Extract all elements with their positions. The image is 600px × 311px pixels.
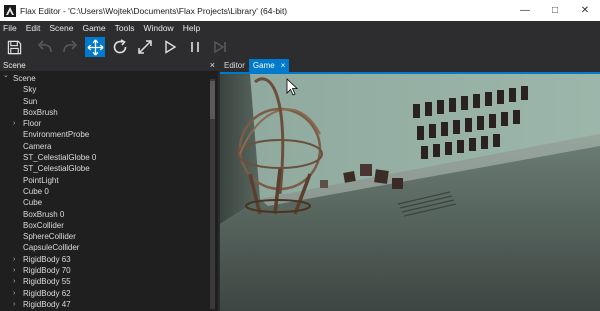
menu-scene[interactable]: Scene [49,23,73,33]
tree-item[interactable]: Cube 0 [0,186,210,197]
tree-item[interactable]: BoxBrush [0,107,210,118]
tree-item[interactable]: SphereCollider [0,231,210,242]
menu-window[interactable]: Window [143,23,173,33]
tree-item-label: Sky [23,85,37,95]
close-icon[interactable]: × [281,61,286,70]
tree-item-label: Sun [23,96,38,106]
tree-item[interactable]: Cube [0,197,210,208]
tree-item[interactable]: ST_CelestialGlobe 0 [0,152,210,163]
tree-item-label: SphereCollider [23,232,76,242]
scene-tree: ⌄ Scene Sky Sun BoxBrush › Floor EnvironmentPro… [0,70,210,310]
tree-item[interactable]: BoxBrush 0 [0,209,210,220]
tree-item[interactable]: Sun [0,96,210,107]
menu-bar: File Edit Scene Game Tools Window Help [0,21,600,35]
rotate-gizmo-button[interactable] [110,37,130,57]
tree-item-label: Camera [23,141,52,151]
tree-item[interactable]: › RigidBody 70 [0,265,210,276]
maximize-icon[interactable]: □ [540,0,570,21]
tree-item[interactable]: ⌄ Scene [0,70,210,84]
tree-item[interactable]: › Floor [0,118,210,129]
menu-file[interactable]: File [3,23,17,33]
save-button[interactable] [4,37,24,57]
tree-item[interactable]: BoxCollider [0,220,210,231]
tree-item-label: BoxBrush [23,107,58,117]
menu-tools[interactable]: Tools [115,23,135,33]
rotate-gizmo-icon [113,39,127,54]
close-icon[interactable]: ✕ [570,0,600,21]
tree-item-label: Cube 0 [23,186,49,196]
step-icon [214,40,226,54]
tree-item[interactable]: PointLight [0,175,210,186]
tab-game-label: Game [252,61,275,70]
tree-item-label: RigidBody 55 [23,277,71,287]
chevron-right-icon[interactable]: › [13,299,15,310]
tree-item[interactable]: EnvironmentProbe [0,129,210,140]
tree-item-label: RigidBody 47 [23,299,71,309]
play-icon [165,40,177,54]
tree-item-label: RigidBody 63 [23,254,71,264]
tree-item[interactable]: › RigidBody 47 [0,299,210,310]
title-bar: Flax Editor - 'C:\Users\Wojtek\Documents… [0,0,600,21]
tab-game[interactable]: Game × [248,59,290,72]
pause-icon [191,42,199,52]
tree-item-label: ST_CelestialGlobe 0 [23,153,97,163]
toolbar [0,35,600,59]
tree-item[interactable]: › RigidBody 55 [0,276,210,287]
tree-item-label: CapsuleCollider [23,243,80,253]
tree-item-label: ST_CelestialGlobe [23,164,90,174]
translate-gizmo-icon [87,39,103,55]
tree-item-label: BoxBrush 0 [23,209,65,219]
scale-gizmo-button[interactable] [135,37,155,57]
close-icon[interactable]: × [210,60,215,70]
chevron-right-icon[interactable]: › [13,288,15,299]
play-button[interactable] [160,37,180,57]
pause-button[interactable] [185,37,205,57]
undo-icon [37,40,52,53]
save-icon [7,40,21,54]
scene-panel: Scene × ⌄ Scene Sky Sun BoxBrush › Floor Enviro… [0,59,218,311]
tree-item[interactable]: CapsuleCollider [0,242,210,253]
chevron-right-icon[interactable]: › [13,254,15,265]
chevron-right-icon[interactable]: › [13,265,15,276]
game-viewport[interactable] [220,74,600,311]
tree-item-label: BoxCollider [23,220,64,230]
chevron-right-icon[interactable]: › [13,276,15,287]
tree-item[interactable]: ST_CelestialGlobe [0,163,210,174]
tree-item-label: PointLight [23,175,59,185]
viewport-tabs: Editor Game × [220,59,600,72]
tree-item-label: RigidBody 70 [23,266,71,276]
scene-scrollbar[interactable] [210,79,215,309]
tree-item[interactable]: Sky [0,84,210,95]
scene-panel-header: Scene × [0,59,218,71]
tab-editor[interactable]: Editor [220,59,249,72]
scrollbar-thumb[interactable] [210,81,215,119]
scene-panel-title: Scene [3,60,26,70]
tree-item-label: RigidBody 62 [23,288,71,298]
tree-item[interactable]: › RigidBody 62 [0,288,210,299]
flax-logo-icon [4,4,16,17]
minimize-icon[interactable]: — [510,0,540,21]
tree-item-label: Floor [23,119,42,129]
redo-icon [63,40,78,53]
menu-game[interactable]: Game [82,23,105,33]
tree-item-label: Cube [23,198,43,208]
redo-button[interactable] [60,37,80,57]
undo-button[interactable] [35,37,55,57]
tree-item[interactable]: › RigidBody 63 [0,254,210,265]
tree-item-label: Scene [13,74,36,83]
tree-item-label: EnvironmentProbe [23,130,90,140]
chevron-down-icon[interactable]: ⌄ [3,70,9,81]
scale-gizmo-icon [138,40,152,54]
window-title: Flax Editor - 'C:\Users\Wojtek\Documents… [20,5,288,16]
game-view-render [220,74,600,311]
translate-gizmo-button[interactable] [85,37,105,57]
menu-edit[interactable]: Edit [26,23,41,33]
tree-item[interactable]: Camera [0,141,210,152]
menu-help[interactable]: Help [183,23,200,33]
chevron-right-icon[interactable]: › [13,118,15,129]
tab-editor-label: Editor [224,61,245,70]
step-button[interactable] [210,37,230,57]
